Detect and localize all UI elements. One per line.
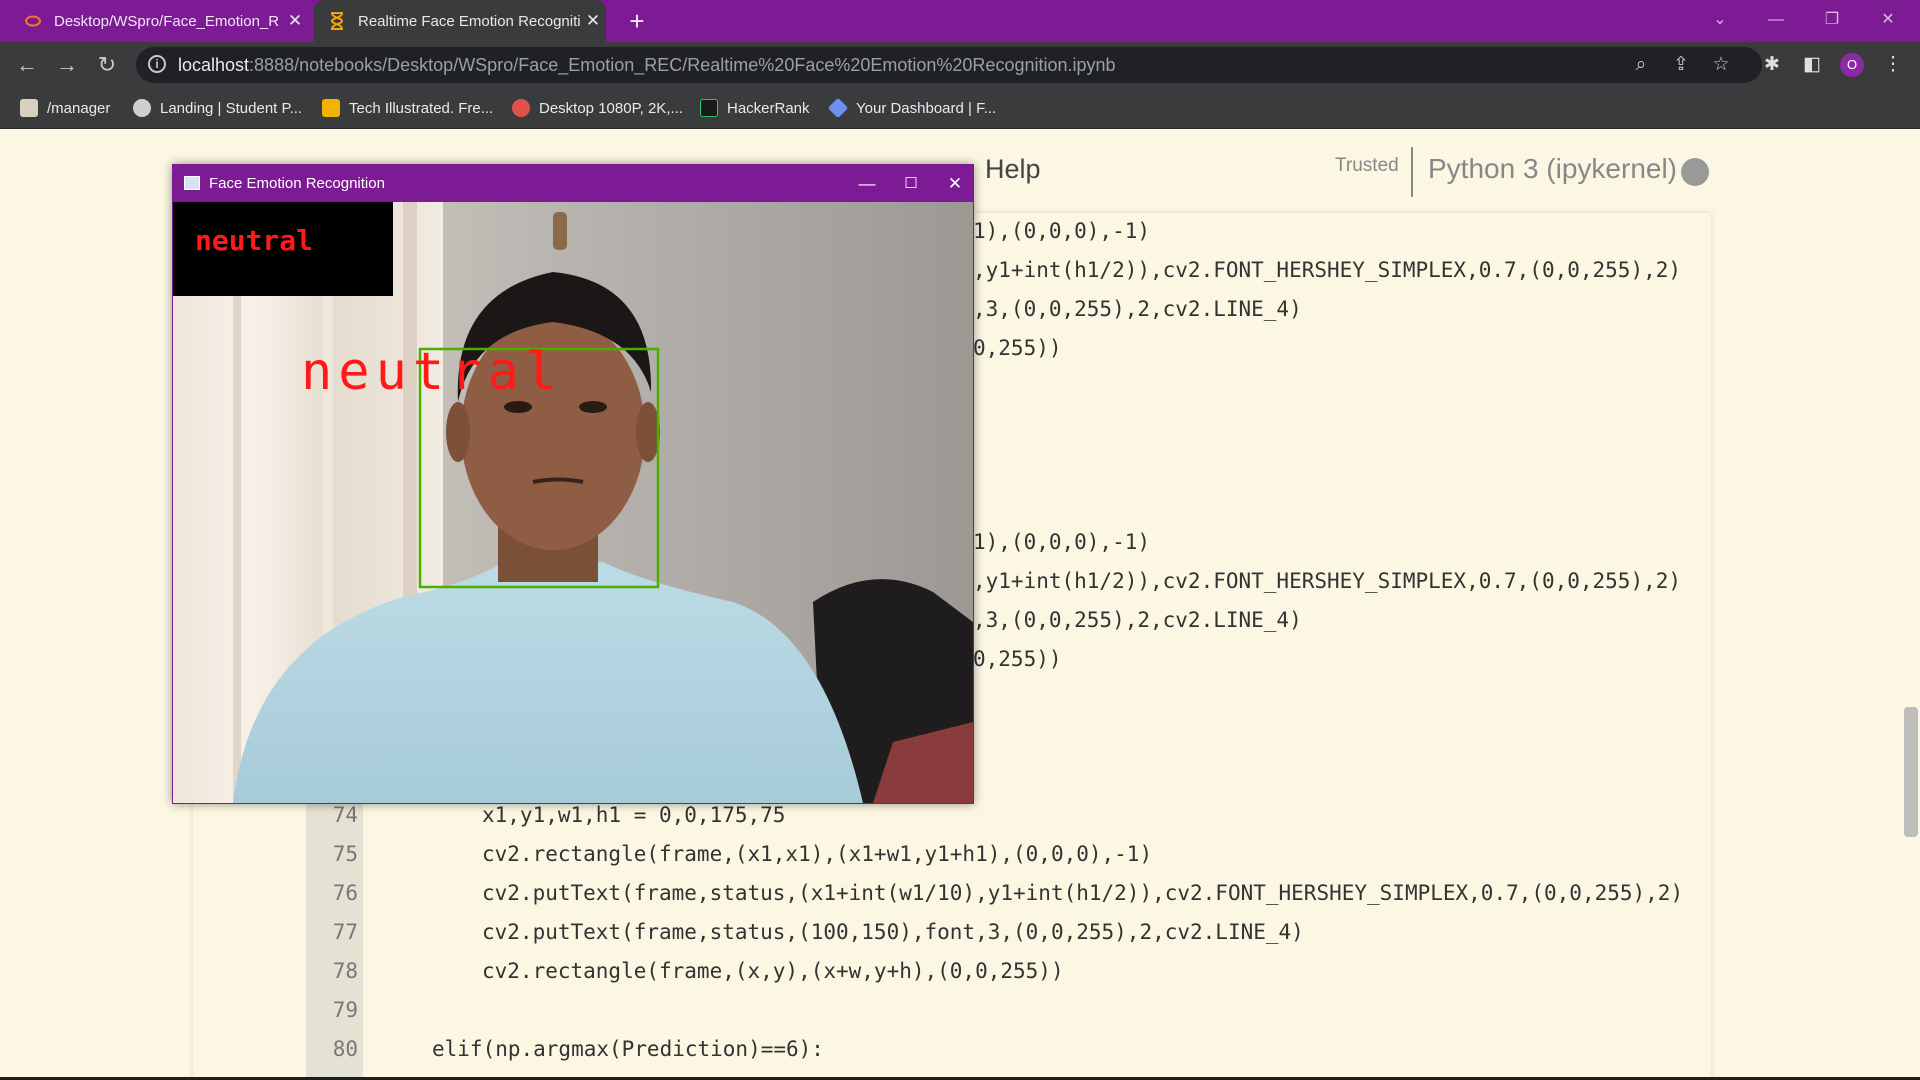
zoom-icon[interactable]: ⌕ <box>1624 47 1658 83</box>
code-line[interactable]: cv2.putText(frame,status,(x1+int(w1/10),… <box>482 881 1683 905</box>
bookmark-landing[interactable]: Landing | Student P... <box>133 88 302 128</box>
code-fragment[interactable]: ,y1+int(h1/2)),cv2.FONT_HERSHEY_SIMPLEX,… <box>973 569 1681 593</box>
browser-toolbar: ← → ↻ i localhost:8888/notebooks/Desktop… <box>0 42 1920 88</box>
minimize-button[interactable]: — <box>1750 0 1802 42</box>
line-number: 79 <box>332 998 358 1022</box>
browser-tab-strip: Desktop/WSpro/Face_Emotion_R ✕ Realtime … <box>0 0 1920 42</box>
address-bar[interactable]: i localhost:8888/notebooks/Desktop/WSpro… <box>136 47 1762 83</box>
bookmark-manager[interactable]: /manager <box>20 88 110 128</box>
reload-button[interactable]: ↻ <box>90 48 124 82</box>
cv-window-titlebar[interactable]: Face Emotion Recognition — ☐ ✕ <box>173 165 973 202</box>
jupyter-icon <box>24 12 42 30</box>
student-portal-icon <box>133 99 151 117</box>
extensions-icon[interactable]: ✱ <box>1755 48 1789 82</box>
code-fragment[interactable]: 0,255)) <box>973 336 1062 360</box>
bookmark-star-icon[interactable]: ☆ <box>1704 47 1738 83</box>
tech-illustrated-icon <box>322 99 340 117</box>
line-number: 76 <box>332 881 358 905</box>
scrollbar-thumb[interactable] <box>1904 707 1918 837</box>
diamond-icon <box>827 97 849 119</box>
hourglass-icon <box>328 12 346 30</box>
tab-search-icon[interactable]: ⌄ <box>1694 0 1746 42</box>
cv-maximize-button[interactable]: ☐ <box>891 165 931 202</box>
menu-help[interactable]: Help <box>985 154 1041 185</box>
bookmark-desktop-wallpapers[interactable]: Desktop 1080P, 2K,... <box>512 88 683 128</box>
image-icon <box>20 99 38 117</box>
line-number: 77 <box>332 920 358 944</box>
code-line[interactable]: cv2.rectangle(frame,(x1,x1),(x1+w1,y1+h1… <box>482 842 1152 866</box>
code-line[interactable]: cv2.putText(frame,status,(100,150),font,… <box>482 920 1304 944</box>
face-emotion-window[interactable]: Face Emotion Recognition — ☐ ✕ neutral n… <box>172 164 974 804</box>
line-number: 74 <box>332 803 358 827</box>
webcam-image <box>173 202 973 803</box>
more-menu-icon[interactable]: ⋮ <box>1876 48 1910 82</box>
line-number: 80 <box>332 1037 358 1061</box>
url-text[interactable]: localhost:8888/notebooks/Desktop/WSpro/F… <box>178 47 1116 83</box>
emotion-label-small: neutral <box>195 224 314 257</box>
back-button[interactable]: ← <box>10 48 44 82</box>
code-fragment[interactable]: 0,255)) <box>973 647 1062 671</box>
tab-close-icon[interactable]: ✕ <box>282 11 308 31</box>
hackerrank-icon <box>700 99 718 117</box>
code-line[interactable]: elif(np.argmax(Prediction)==6): <box>432 1037 824 1061</box>
code-fragment[interactable]: ,3,(0,0,255),2,cv2.LINE_4) <box>973 608 1302 632</box>
code-line[interactable]: x1,y1,w1,h1 = 0,0,175,75 <box>482 803 785 827</box>
kernel-divider <box>1411 147 1413 197</box>
emotion-label-large: neutral <box>301 342 563 402</box>
tab-face-emotion-folder[interactable]: Desktop/WSpro/Face_Emotion_R ✕ <box>10 0 308 42</box>
bookmark-dashboard[interactable]: Your Dashboard | F... <box>827 88 996 128</box>
cv-minimize-button[interactable]: — <box>847 165 887 202</box>
kernel-status-icon <box>1681 158 1709 186</box>
line-number: 78 <box>332 959 358 983</box>
cv-close-button[interactable]: ✕ <box>935 165 975 202</box>
forward-button[interactable]: → <box>50 48 84 82</box>
kernel-name[interactable]: Python 3 (ipykernel) <box>1428 153 1677 185</box>
profile-avatar[interactable]: O <box>1840 53 1864 77</box>
code-fragment[interactable]: 1),(0,0,0),-1) <box>973 530 1150 554</box>
flame-icon <box>512 99 530 117</box>
tab-title: Realtime Face Emotion Recogniti <box>358 12 580 30</box>
bookmarks-bar: /manager Landing | Student P... Tech Ill… <box>0 88 1920 129</box>
code-line[interactable]: cv2.rectangle(frame,(x,y),(x+w,y+h),(0,0… <box>482 959 1064 983</box>
bookmark-hackerrank[interactable]: HackerRank <box>700 88 810 128</box>
code-fragment[interactable]: ,3,(0,0,255),2,cv2.LINE_4) <box>973 297 1302 321</box>
bookmark-tech-illustrated[interactable]: Tech Illustrated. Fre... <box>322 88 493 128</box>
app-icon <box>184 176 200 190</box>
line-number: 75 <box>332 842 358 866</box>
new-tab-button[interactable]: + <box>620 4 654 38</box>
cv-window-title: Face Emotion Recognition <box>209 175 385 192</box>
tab-close-icon[interactable]: ✕ <box>580 11 606 31</box>
trusted-indicator[interactable]: Trusted <box>1335 155 1399 177</box>
tab-title: Desktop/WSpro/Face_Emotion_R <box>54 12 280 30</box>
site-info-icon[interactable]: i <box>148 55 166 73</box>
share-icon[interactable]: ⇪ <box>1664 47 1698 83</box>
webcam-frame: neutral neutral <box>173 202 973 803</box>
close-window-button[interactable]: ✕ <box>1862 0 1914 42</box>
code-fragment[interactable]: ,y1+int(h1/2)),cv2.FONT_HERSHEY_SIMPLEX,… <box>973 258 1681 282</box>
tab-realtime-notebook[interactable]: Realtime Face Emotion Recogniti ✕ <box>314 0 606 42</box>
restore-button[interactable]: ❐ <box>1806 0 1858 42</box>
side-panel-icon[interactable]: ◧ <box>1795 48 1829 82</box>
code-fragment[interactable]: 1),(0,0,0),-1) <box>973 219 1150 243</box>
